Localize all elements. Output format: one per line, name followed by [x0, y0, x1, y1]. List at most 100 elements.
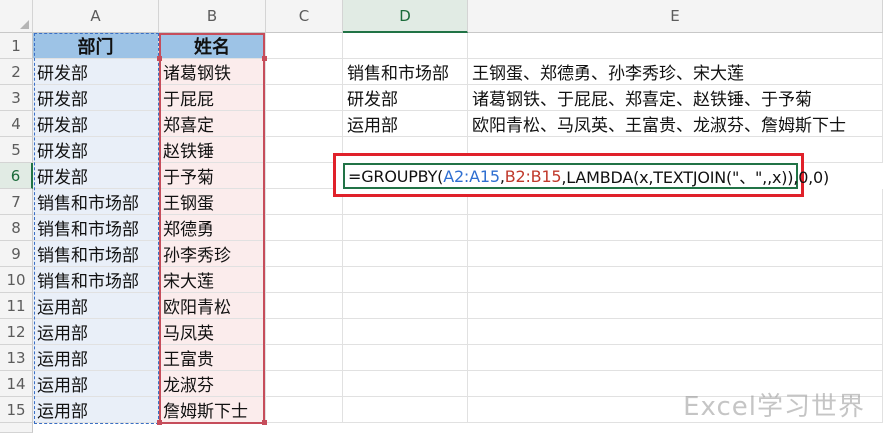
cell-a13[interactable]: 运用部	[33, 345, 159, 371]
select-all-button[interactable]	[0, 0, 33, 33]
cell-a14[interactable]: 运用部	[33, 371, 159, 397]
cell-b10[interactable]: 宋大莲	[159, 267, 266, 293]
cell-b7[interactable]: 王钢蛋	[159, 189, 266, 215]
cell-c11[interactable]	[266, 293, 343, 319]
cell-c1[interactable]	[266, 33, 343, 59]
cell-c3[interactable]	[266, 85, 343, 111]
cell-b15[interactable]: 詹姆斯下士	[159, 397, 266, 423]
range-handle-b-bottom-left[interactable]	[157, 420, 162, 425]
cell-d4[interactable]: 运用部	[343, 111, 468, 137]
cell-a15[interactable]: 运用部	[33, 397, 159, 423]
row-header-12[interactable]: 12	[0, 319, 33, 345]
cell-b14[interactable]: 龙淑芬	[159, 371, 266, 397]
column-header-a[interactable]: A	[33, 0, 159, 33]
cell-b5[interactable]: 赵铁锤	[159, 137, 266, 163]
row-header-15[interactable]: 15	[0, 397, 33, 423]
column-header-e[interactable]: E	[468, 0, 883, 33]
cell-b12[interactable]: 马凤英	[159, 319, 266, 345]
cell-b3[interactable]: 于屁屁	[159, 85, 266, 111]
cell-d3[interactable]: 研发部	[343, 85, 468, 111]
cell-c9[interactable]	[266, 241, 343, 267]
cell-e4[interactable]: 欧阳青松、马凤英、王富贵、龙淑芬、詹姆斯下士	[468, 111, 883, 137]
cell-b9[interactable]: 孙李秀珍	[159, 241, 266, 267]
cell-c13[interactable]	[266, 345, 343, 371]
row-header-14[interactable]: 14	[0, 371, 33, 397]
cell-a2[interactable]: 研发部	[33, 59, 159, 85]
cell-c4[interactable]	[266, 111, 343, 137]
cell-a1[interactable]: 部门	[33, 33, 159, 59]
cell-b2[interactable]: 诸葛钢铁	[159, 59, 266, 85]
cell-a9[interactable]: 销售和市场部	[33, 241, 159, 267]
row-header-16[interactable]	[0, 423, 33, 433]
cell-a11[interactable]: 运用部	[33, 293, 159, 319]
cell-d11[interactable]	[343, 293, 468, 319]
cell-e2[interactable]: 王钢蛋、郑德勇、孙李秀珍、宋大莲	[468, 59, 883, 85]
column-header-c[interactable]: C	[266, 0, 343, 33]
cell-c6[interactable]	[266, 163, 343, 189]
cell-c14[interactable]	[266, 371, 343, 397]
cell-c15[interactable]	[266, 397, 343, 423]
cell-a6[interactable]: 研发部	[33, 163, 159, 189]
row-header-5[interactable]: 5	[0, 137, 33, 163]
cell-d12[interactable]	[343, 319, 468, 345]
cell-e10[interactable]	[468, 267, 883, 293]
cell-d13[interactable]	[343, 345, 468, 371]
cell-e1[interactable]	[468, 33, 883, 59]
spreadsheet-grid: A B C D E 1 2 3 4 5 6 7 8 9 10 11 12 13 …	[0, 0, 883, 433]
cell-e13[interactable]	[468, 345, 883, 371]
cell-d6-formula-editor[interactable]: =GROUPBY(A2:A15, B2:B15 ,LAMBDA(x,TEXTJOIN…	[343, 163, 829, 189]
row-header-11[interactable]: 11	[0, 293, 33, 319]
cell-e11[interactable]	[468, 293, 883, 319]
cell-a7[interactable]: 销售和市场部	[33, 189, 159, 215]
row-header-3[interactable]: 3	[0, 85, 33, 111]
row-header-6[interactable]: 6	[0, 163, 33, 189]
row-header-7[interactable]: 7	[0, 189, 33, 215]
cell-e8[interactable]	[468, 215, 883, 241]
row-header-4[interactable]: 4	[0, 111, 33, 137]
cell-c10[interactable]	[266, 267, 343, 293]
row-header-1[interactable]: 1	[0, 33, 33, 59]
cell-b11[interactable]: 欧阳青松	[159, 293, 266, 319]
row-header-8[interactable]: 8	[0, 215, 33, 241]
cell-a5[interactable]: 研发部	[33, 137, 159, 163]
row-header-2[interactable]: 2	[0, 59, 33, 85]
watermark-text: Excel学习世界	[683, 392, 865, 422]
cell-a10[interactable]: 销售和市场部	[33, 267, 159, 293]
formula-text-end: ,LAMBDA(x,TEXTJOIN("、",,x)),0,0)	[561, 168, 830, 187]
cell-d2[interactable]: 销售和市场部	[343, 59, 468, 85]
row-header-9[interactable]: 9	[0, 241, 33, 267]
cell-b8[interactable]: 郑德勇	[159, 215, 266, 241]
cell-b6[interactable]: 于予菊	[159, 163, 266, 189]
row-header-13[interactable]: 13	[0, 345, 33, 371]
formula-text-start: =GROUPBY(	[348, 166, 444, 186]
range-handle-b-top-left[interactable]	[157, 56, 162, 61]
cell-c12[interactable]	[266, 319, 343, 345]
cell-e9[interactable]	[468, 241, 883, 267]
cell-b1[interactable]: 姓名	[159, 33, 266, 59]
range-handle-b-top-right[interactable]	[262, 56, 267, 61]
cell-d14[interactable]	[343, 371, 468, 397]
cell-c5[interactable]	[266, 137, 343, 163]
cell-a8[interactable]: 销售和市场部	[33, 215, 159, 241]
cell-d15[interactable]	[343, 397, 468, 423]
cell-a3[interactable]: 研发部	[33, 85, 159, 111]
formula-ref-b2-b15: B2:B15	[504, 166, 562, 186]
cell-c7[interactable]	[266, 189, 343, 215]
range-handle-b-bottom-right[interactable]	[262, 420, 267, 425]
cell-a12[interactable]: 运用部	[33, 319, 159, 345]
cell-d1[interactable]	[343, 33, 468, 59]
column-header-d[interactable]: D	[343, 0, 468, 33]
column-header-b[interactable]: B	[159, 0, 266, 33]
formula-ref-a2-a15: A2:A15	[443, 166, 500, 186]
cell-e3[interactable]: 诸葛钢铁、于屁屁、郑喜定、赵铁锤、于予菊	[468, 85, 883, 111]
cell-c8[interactable]	[266, 215, 343, 241]
row-header-10[interactable]: 10	[0, 267, 33, 293]
cell-d8[interactable]	[343, 215, 468, 241]
cell-e12[interactable]	[468, 319, 883, 345]
cell-b13[interactable]: 王富贵	[159, 345, 266, 371]
cell-d9[interactable]	[343, 241, 468, 267]
cell-d10[interactable]	[343, 267, 468, 293]
cell-c2[interactable]	[266, 59, 343, 85]
cell-b4[interactable]: 郑喜定	[159, 111, 266, 137]
cell-a4[interactable]: 研发部	[33, 111, 159, 137]
